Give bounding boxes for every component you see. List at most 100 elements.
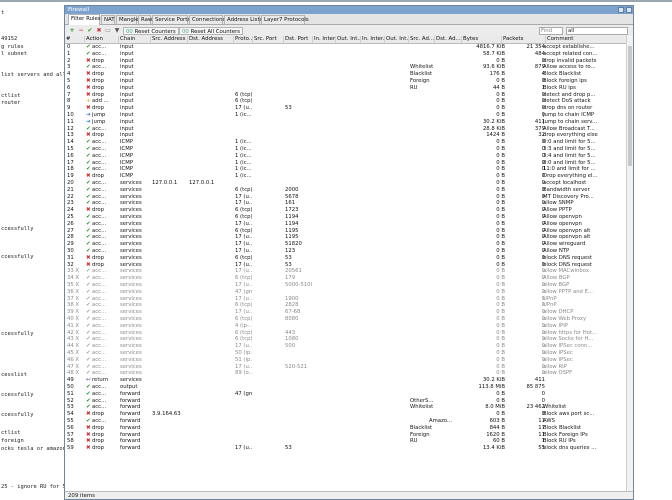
- table-row[interactable]: 1 acc... input 58.7 KiB 484 accept related co…: [65, 51, 633, 58]
- table-row[interactable]: 59 drop forward 17 (u... 53 13.4 KiB 55block d…: [65, 445, 633, 452]
- table-row[interactable]: 29 acc... services 17 (u... 51820 0 B 0Allow w…: [65, 241, 633, 248]
- table-row[interactable]: 43 X acc... services 6 (tcp) 1080 0 B 0 allow S…: [65, 336, 633, 343]
- table-row[interactable]: 25 acc... services 6 (tcp) 1194 0 B 0 Allow ope…: [65, 214, 633, 221]
- reset-all-counters-button[interactable]: 00 Reset All Counters: [179, 26, 244, 35]
- table-row[interactable]: 50 acc... output 113.8 MiB 85 875 ✔: [65, 384, 633, 391]
- table-row[interactable]: 57 drop forward Foreign 1620 B 11 Block Foreig…: [65, 432, 633, 439]
- close-icon[interactable]: [626, 7, 632, 13]
- column-header[interactable]: Out. Int...: [385, 36, 409, 43]
- table-row[interactable]: 53 acc... forward Whitelist 8.0 MiB 23 462 Whi…: [65, 404, 633, 411]
- table-row[interactable]: 22 acc... services 17 (u... 5678 0 B 0MT Disco…: [65, 194, 633, 201]
- table-row[interactable]: 55 acc... forward Amazo... 603 B 11 AWS ✔: [65, 418, 633, 425]
- table-row[interactable]: 8 add ... input 6 (tcp) 0 B 0 detect DoS attac…: [65, 98, 633, 105]
- maximize-icon[interactable]: [618, 7, 624, 13]
- tab-filter-rules[interactable]: Filter Rules: [68, 14, 101, 25]
- column-header[interactable]: Dst. Ad...: [435, 36, 462, 43]
- column-header[interactable]: Src. Address: [151, 36, 188, 43]
- scrollbar-thumb[interactable]: [628, 46, 632, 166]
- filter-select[interactable]: all: [566, 27, 628, 35]
- table-row[interactable]: 21 acc... services 6 (tcp) 2000 0 B 0 Bandwidth…: [65, 187, 633, 194]
- tab-address-lists[interactable]: Address Lists: [224, 15, 262, 24]
- table-row[interactable]: 16 acc... ICMP 1 (ic... 0 B 0 3:4 and limit fo…: [65, 153, 633, 160]
- table-row[interactable]: 11 jump input 30.2 KiB 411 jump to chain serv…: [65, 119, 633, 126]
- table-row[interactable]: 41 X acc... services 4 (ip-... 0 B 0allow IPI…: [65, 323, 633, 330]
- table-row[interactable]: 27 acc... services 6 (tcp) 1195 0 B 0 Allow ope…: [65, 228, 633, 235]
- tab-layer7-protocols[interactable]: Layer7 Protocols: [261, 15, 309, 24]
- table-row[interactable]: 56 drop forward Blacklist 844 B 17 Block Black…: [65, 425, 633, 432]
- column-header[interactable]: Src. Port: [253, 36, 284, 43]
- column-header[interactable]: Action: [85, 36, 119, 43]
- table-row[interactable]: 4 drop input Blacklist 176 B 4 Block Blacklist…: [65, 71, 633, 78]
- table-row[interactable]: 30 acc... services 17 (u... 123 0 B 0Allow NTP…: [65, 248, 633, 255]
- table-row[interactable]: 47 X acc... services 17 (u... 520-521 0 B 0all…: [65, 364, 633, 371]
- column-header[interactable]: Comment: [546, 36, 629, 43]
- table-row[interactable]: 24 drop services 6 (tcp) 1723 0 B 0 Allow PPTP ✖: [65, 207, 633, 214]
- tab-service-ports[interactable]: Service Ports: [152, 15, 190, 24]
- table-row[interactable]: 19 drop ICMP 1 (ic... 0 B 0 Drop everything el…: [65, 173, 633, 180]
- table-row[interactable]: 6 drop input RU 44 B 1 Block RU ips ✖: [65, 85, 633, 92]
- add-icon[interactable]: +: [68, 27, 76, 34]
- table-row[interactable]: 13 drop input 1424 B 32 drop everything else ✖: [65, 132, 633, 139]
- column-header[interactable]: Proto...: [234, 36, 253, 43]
- table-row[interactable]: 33 X acc... services 17 (u... 20561 0 B 0allow…: [65, 268, 633, 275]
- table-row[interactable]: 51 acc... forward 47 (gre) 0 B 0 ✔: [65, 391, 633, 398]
- column-header[interactable]: Dst. Port: [284, 36, 313, 43]
- column-header[interactable]: In. Inter...: [361, 36, 385, 43]
- table-row[interactable]: 0 acc... input 4816.7 KiB 21 354 accept estab…: [65, 44, 633, 51]
- filter-icon[interactable]: ▼: [113, 27, 121, 34]
- table-row[interactable]: 32 drop services 17 (u... 53 0 B 0block DNS re…: [65, 262, 633, 269]
- table-row[interactable]: 39 X acc... services 17 (u... 67-68 0 B 0allow…: [65, 309, 633, 316]
- table-row[interactable]: 18 acc... ICMP 1 (ic... 0 B 0 11:0 and limit f…: [65, 166, 633, 173]
- table-row[interactable]: 49 return services 30.2 KiB 411 ↩: [65, 377, 633, 384]
- table-row[interactable]: 7 drop input 6 (tcp) 0 B 0 detect and drop p..…: [65, 92, 633, 99]
- disable-icon[interactable]: ✖: [95, 27, 103, 34]
- table-row[interactable]: 9 drop input 17 (u... 53 0 B 0drop dns on rout…: [65, 105, 633, 112]
- table-row[interactable]: 5 drop input Foreign 0 B 0 Block foreign ips ✖: [65, 78, 633, 85]
- table-row[interactable]: 36 X acc... services 47 (gre) 0 B 0allow PPTP…: [65, 289, 633, 296]
- table-row[interactable]: 20 acc... services 127.0.0.1 127.0.0.1 0 B 0 ac…: [65, 180, 633, 187]
- table-row[interactable]: 26 acc... services 17 (u... 1194 0 B 0Allow op…: [65, 221, 633, 228]
- table-row[interactable]: 42 X acc... services 6 (tcp) 443 0 B 0 allow ht…: [65, 330, 633, 337]
- column-header[interactable]: Dst. Address: [188, 36, 234, 43]
- tab-mangle[interactable]: Mangle: [116, 15, 139, 24]
- table-row[interactable]: 38 X acc... services 6 (tcp) 2828 0 B 0 UPnP ✔: [65, 302, 633, 309]
- table-row[interactable]: 23 acc... services 17 (u... 161 0 B 0allow SNM…: [65, 200, 633, 207]
- table-row[interactable]: 58 drop forward RU 60 B 1 Block RU IPs ✖: [65, 438, 633, 445]
- table-row[interactable]: 34 X acc... services 6 (tcp) 179 0 B 0 Allow BG…: [65, 275, 633, 282]
- vertical-scrollbar[interactable]: [626, 36, 633, 493]
- table-row[interactable]: 40 X acc... services 6 (tcp) 8080 0 B 0 allow W…: [65, 316, 633, 323]
- reset-counters-button[interactable]: 00 Reset Counters: [123, 26, 179, 35]
- table-row[interactable]: 17 acc... ICMP 1 (ic... 0 B 0 8:0 and limit fo…: [65, 160, 633, 167]
- column-header[interactable]: Bytes: [462, 36, 502, 43]
- table-row[interactable]: 15 acc... ICMP 1 (ic... 0 B 0 3:3 and limit fo…: [65, 146, 633, 153]
- table-row[interactable]: 3 acc... input Whitelist 93.6 KiB 879 Allow ac…: [65, 64, 633, 71]
- column-header[interactable]: #: [65, 36, 85, 43]
- table-row[interactable]: 44 X acc... services 17 (u... 500 0 B 0allow I…: [65, 343, 633, 350]
- find-input[interactable]: Find: [539, 27, 563, 35]
- tab-connections[interactable]: Connections: [189, 15, 225, 24]
- table-row[interactable]: 52 acc... forward OtherS... 0 B 0 ✔: [65, 398, 633, 405]
- table-row[interactable]: 31 drop services 6 (tcp) 53 0 B 0 block DNS req…: [65, 255, 633, 262]
- table-row[interactable]: 46 X acc... services 51 (ip... 0 B 0allow IPS…: [65, 357, 633, 364]
- table-row[interactable]: 28 acc... services 17 (u... 1195 0 B 0Allow op…: [65, 234, 633, 241]
- table-row[interactable]: 12 acc... input 28.8 KiB 379 Allow Broadcast …: [65, 126, 633, 133]
- tab-nat[interactable]: NAT: [101, 15, 115, 24]
- window-titlebar[interactable]: Firewall: [65, 6, 633, 14]
- column-header[interactable]: Src. Ad...: [409, 36, 435, 43]
- table-row[interactable]: 14 acc... ICMP 1 (ic... 0 B 0 0:0 and limit fo…: [65, 139, 633, 146]
- table-row[interactable]: 10 jump input 1 (ic... 0 B 0 jump to chain ICM…: [65, 112, 633, 119]
- column-header[interactable]: In. Inter...: [313, 36, 336, 43]
- table-row[interactable]: 35 X acc... services 17 (u... 5000-5100 0 B 0a…: [65, 282, 633, 289]
- enable-icon[interactable]: ✔: [86, 27, 94, 34]
- table-row[interactable]: 2 drop input 0 B 0 drop invalid packets ✖: [65, 58, 633, 65]
- table-row[interactable]: 45 X acc... services 50 (ip... 0 B 0allow IPS…: [65, 350, 633, 357]
- comment-icon[interactable]: ▭: [104, 27, 112, 34]
- column-header[interactable]: Chain: [119, 36, 151, 43]
- column-header[interactable]: Packets: [502, 36, 546, 43]
- table-row[interactable]: 48 X acc... services 89 (o... 0 B 0 allow OSPF…: [65, 370, 633, 377]
- column-header[interactable]: Out. Int...: [336, 36, 361, 43]
- table-row[interactable]: 54 drop forward 3.9.164.63 0 B 0 Block aws por…: [65, 411, 633, 418]
- tab-raw[interactable]: Raw: [138, 15, 152, 24]
- table-row[interactable]: 37 X acc... services 17 (u... 1900 0 B 0UPnP ✔: [65, 296, 633, 303]
- remove-icon[interactable]: −: [77, 27, 85, 34]
